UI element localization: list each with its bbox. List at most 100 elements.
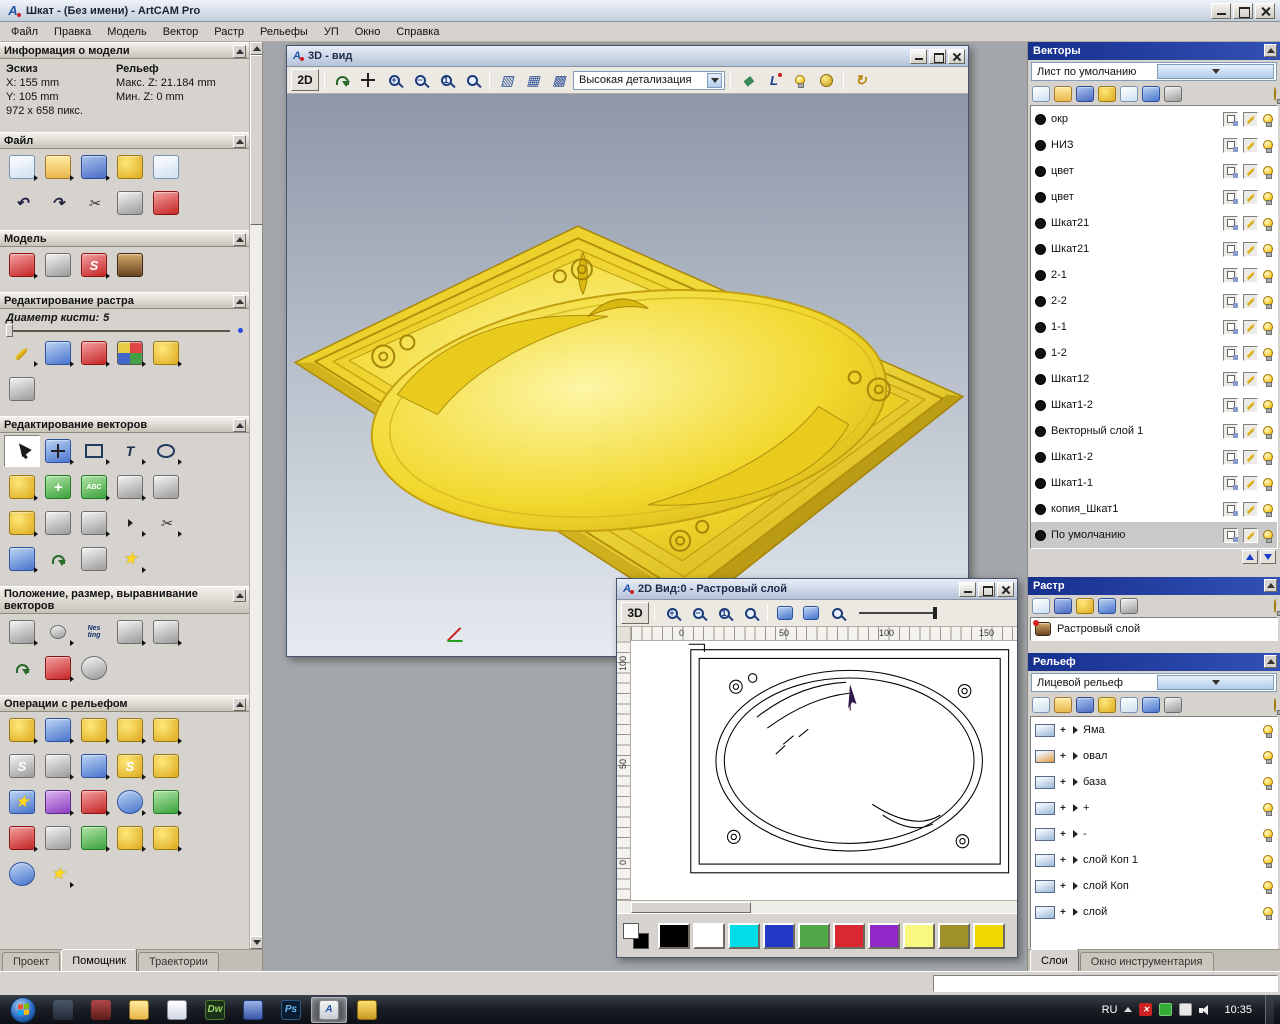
vector-layer-row[interactable]: Шкат12: [1031, 366, 1277, 392]
view2d-maximize-button[interactable]: [978, 582, 995, 597]
tab-toolbox-window[interactable]: Окно инструментария: [1080, 952, 1214, 971]
close-button[interactable]: [1255, 3, 1275, 19]
layer-edit-toggle[interactable]: [1243, 346, 1258, 361]
combine-mode-icon[interactable]: [1060, 906, 1068, 918]
sheet-combo[interactable]: Лист по умолчанию: [1031, 62, 1277, 81]
taskbar-app-3[interactable]: [349, 997, 385, 1023]
layer-edit-toggle[interactable]: [1243, 424, 1258, 439]
layer-visibility-bulb[interactable]: [1263, 504, 1273, 514]
create-arc-button[interactable]: [40, 543, 76, 575]
menu-vector[interactable]: Вектор: [155, 24, 207, 40]
combine-mode-icon[interactable]: [1060, 750, 1068, 762]
layer-visibility-bulb[interactable]: [1263, 374, 1273, 384]
expand-icon[interactable]: [1073, 908, 1078, 916]
language-indicator[interactable]: RU: [1102, 1004, 1118, 1016]
layer-snap-toggle[interactable]: [1223, 164, 1238, 179]
layer-edit-toggle[interactable]: [1243, 190, 1258, 205]
triangulate-button[interactable]: [76, 822, 112, 854]
rotate-relief-icon[interactable]: ↻: [849, 69, 873, 91]
layer-snap-toggle[interactable]: [1223, 216, 1238, 231]
combine-mode-icon[interactable]: [1060, 828, 1068, 840]
copy-vector-layer-button[interactable]: [1120, 86, 1138, 102]
vector-layer-row[interactable]: Шкат21: [1031, 210, 1277, 236]
vector-layer-row[interactable]: Шкат1-2: [1031, 444, 1277, 470]
save-relief-layer-button[interactable]: [1076, 697, 1094, 713]
taskbar-app-1[interactable]: [45, 997, 81, 1023]
mirror-vectors-button[interactable]: [4, 652, 40, 684]
hscroll-thumb[interactable]: [631, 902, 751, 913]
spray-vectors-button[interactable]: [4, 471, 40, 503]
paste-along-curve-button[interactable]: [112, 471, 148, 503]
layer-visibility-bulb[interactable]: [1263, 478, 1273, 488]
taskbar-app-2[interactable]: [83, 997, 119, 1023]
flood-fill-button[interactable]: [76, 337, 112, 369]
layer-visibility-bulb[interactable]: [1263, 218, 1273, 228]
relief-visibility-bulb[interactable]: [1263, 725, 1273, 735]
sculpt-button[interactable]: [112, 750, 148, 782]
layer-visibility-bulb[interactable]: [1263, 348, 1273, 358]
taskbar-app-artcam[interactable]: A: [311, 997, 347, 1023]
notes-button[interactable]: [148, 187, 184, 219]
layer-edit-toggle[interactable]: [1243, 268, 1258, 283]
face-wizard-button[interactable]: [4, 822, 40, 854]
pan-view-icon[interactable]: [356, 69, 380, 91]
view2d-close-button[interactable]: [997, 582, 1014, 597]
tab-project[interactable]: Проект: [2, 952, 60, 971]
flip-horizontal-icon[interactable]: [773, 602, 797, 624]
collapse-vectors-button[interactable]: [1264, 44, 1277, 57]
vector-layer-row[interactable]: копия_Шкат1: [1031, 496, 1277, 522]
tray-icon-2[interactable]: [1159, 1003, 1172, 1016]
tray-icon-3[interactable]: [1179, 1003, 1192, 1016]
layer-edit-toggle[interactable]: [1243, 242, 1258, 257]
add-relief-button[interactable]: [112, 714, 148, 746]
vector-layer-row[interactable]: окр: [1031, 106, 1277, 132]
relief-visibility-bulb[interactable]: [1263, 777, 1273, 787]
switch-to-2d-button[interactable]: 2D: [291, 69, 319, 91]
collapse-model-info-button[interactable]: [233, 45, 246, 58]
layer-edit-toggle[interactable]: [1243, 372, 1258, 387]
origin-axis-icon[interactable]: L: [762, 69, 786, 91]
expand-icon[interactable]: [1073, 882, 1078, 890]
taskbar-app-document[interactable]: [159, 997, 195, 1023]
twist-view-icon[interactable]: [330, 69, 354, 91]
snap-grid-button[interactable]: [148, 471, 184, 503]
vector-layer-row[interactable]: 1-1: [1031, 314, 1277, 340]
greyscale-preview-button[interactable]: [112, 249, 148, 281]
layer-snap-toggle[interactable]: [1223, 268, 1238, 283]
layer-snap-toggle[interactable]: [1223, 424, 1238, 439]
expand-icon[interactable]: [1073, 726, 1078, 734]
palette-colour-olive[interactable]: [938, 923, 970, 949]
smooth-s-button[interactable]: [4, 750, 40, 782]
layer-visibility-bulb[interactable]: [1263, 114, 1273, 124]
expand-icon[interactable]: [1073, 778, 1078, 786]
palette-colour-white[interactable]: [693, 923, 725, 949]
vector-layer-row[interactable]: 1-2: [1031, 340, 1277, 366]
lighting-icon[interactable]: [788, 69, 812, 91]
delete-relief-layer-button[interactable]: [1164, 697, 1182, 713]
create-rectangle-button[interactable]: [76, 435, 112, 467]
layer-visibility-bulb[interactable]: [1263, 244, 1273, 254]
combine-mode-icon[interactable]: [1060, 854, 1068, 866]
open-model-button[interactable]: [40, 151, 76, 183]
merge-raster-layers-button[interactable]: [1076, 598, 1094, 614]
smooth-relief-button[interactable]: [4, 714, 40, 746]
toggle-relief-visibility[interactable]: [1274, 699, 1276, 711]
palette-colour-green[interactable]: [798, 923, 830, 949]
angle-ramp-button[interactable]: [112, 822, 148, 854]
view3d-minimize-button[interactable]: [910, 49, 927, 64]
new-relief-layer-button[interactable]: [1032, 697, 1050, 713]
palette-colour-purple[interactable]: [868, 923, 900, 949]
zoom-100-icon[interactable]: 1: [434, 69, 458, 91]
menu-reliefs[interactable]: Рельефы: [252, 24, 316, 40]
collapse-relief-button[interactable]: [1264, 655, 1277, 668]
layer-visibility-bulb[interactable]: [1263, 166, 1273, 176]
slider-knob[interactable]: [6, 324, 13, 337]
expand-icon[interactable]: [1073, 856, 1078, 864]
view3d-window[interactable]: A 3D - вид 2D + − 1 ▧ ▦ ▩: [286, 45, 969, 657]
offset-vector-button[interactable]: [40, 507, 76, 539]
circular-array-button[interactable]: [40, 616, 76, 648]
ramp-relief-button[interactable]: [148, 786, 184, 818]
open-vector-layer-button[interactable]: [1054, 86, 1072, 102]
combine-mode-icon[interactable]: [1060, 724, 1068, 736]
relief-library-button[interactable]: [76, 750, 112, 782]
